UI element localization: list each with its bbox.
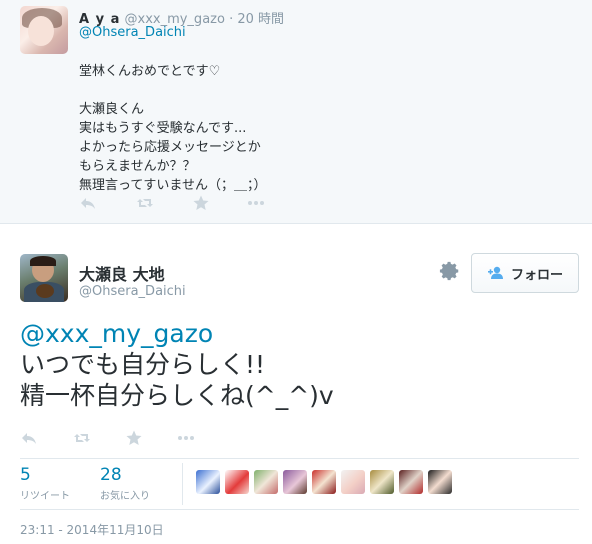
tweet-timestamp[interactable]: 23:11 - 2014年11月10日 [20, 521, 164, 538]
reply-tweet: A y a @xxx_my_gazo · 20 時間 @Ohsera_Daich… [0, 0, 592, 224]
favoriter-avatar[interactable] [225, 470, 249, 494]
retweet-stat[interactable]: 5 リツイート [20, 465, 70, 502]
retweet-icon[interactable] [136, 194, 154, 212]
reply-separator: · [229, 12, 234, 27]
favorite-stat[interactable]: 28 お気に入り [100, 465, 150, 502]
main-tweet-line-2: 精一杯自分らしくね(^_^)v [20, 381, 334, 410]
favorite-label: お気に入り [100, 491, 150, 502]
more-icon[interactable] [247, 194, 265, 212]
follow-user-icon [487, 266, 505, 280]
retweet-icon[interactable] [73, 429, 91, 447]
reply-tweet-text: 堂林くんおめでとです♡ 大瀬良くん 実はもうすぐ受験なんです... よかったら応… [79, 64, 267, 193]
favoriter-avatar[interactable] [312, 470, 336, 494]
gear-icon[interactable] [439, 260, 461, 282]
favorite-icon[interactable] [192, 194, 210, 212]
follow-button[interactable]: フォロー [471, 253, 579, 293]
retweet-label: リツイート [20, 491, 70, 502]
reply-tweet-actions [79, 194, 279, 212]
favoriter-avatar[interactable] [283, 470, 307, 494]
main-author-handle[interactable]: @Ohsera_Daichi [79, 284, 186, 299]
main-author-avatar[interactable] [20, 254, 68, 302]
reply-icon[interactable] [79, 194, 97, 212]
favoriter-avatar[interactable] [254, 470, 278, 494]
follow-button-label: フォロー [510, 267, 563, 283]
favorite-count: 28 [100, 465, 122, 485]
stats-divider [182, 463, 183, 505]
main-tweet-text: @xxx_my_gazo いつでも自分らしく!! 精一杯自分らしくね(^_^)v [20, 318, 334, 411]
favorite-icon[interactable] [125, 429, 143, 447]
favoriter-avatar[interactable] [399, 470, 423, 494]
favoriter-avatar[interactable] [341, 470, 365, 494]
favoriter-avatar[interactable] [196, 470, 220, 494]
tweet-stats: 5 リツイート 28 お気に入り [20, 458, 579, 510]
retweet-count: 5 [20, 465, 31, 485]
reply-mention-link[interactable]: @Ohsera_Daichi [79, 25, 186, 40]
more-icon[interactable] [177, 429, 195, 447]
favoriter-avatar[interactable] [370, 470, 394, 494]
main-mention-link[interactable]: @xxx_my_gazo [20, 318, 334, 349]
main-tweet-line-1: いつでも自分らしく!! [20, 350, 266, 379]
favoriter-avatar[interactable] [428, 470, 452, 494]
reply-author-avatar[interactable] [20, 6, 68, 54]
reply-icon[interactable] [20, 429, 38, 447]
main-author-name[interactable]: 大瀬良 大地 [79, 261, 165, 285]
main-tweet-actions [20, 429, 220, 447]
reply-time[interactable]: 20 時間 [237, 12, 284, 27]
